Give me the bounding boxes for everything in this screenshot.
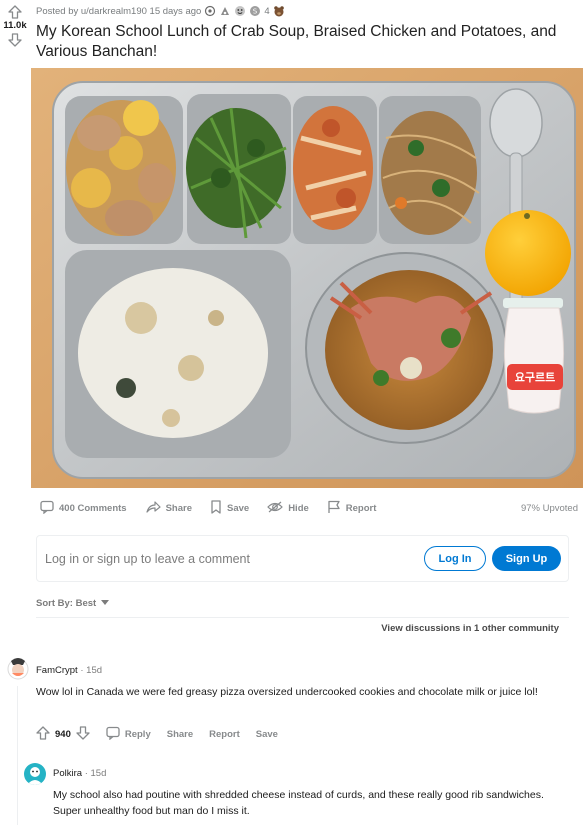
comments-button[interactable]: 400 Comments xyxy=(40,500,127,517)
share-button[interactable]: Share xyxy=(145,500,192,517)
comment-report-button[interactable]: Report xyxy=(209,729,240,740)
bear-award-icon xyxy=(273,5,285,17)
award-icon xyxy=(219,5,231,17)
report-button[interactable]: Report xyxy=(327,500,377,517)
award-icon xyxy=(234,5,246,17)
award-count: 4 xyxy=(264,5,270,17)
reply-button[interactable]: Reply xyxy=(106,726,151,743)
post-meta: Posted by u/darkrealm190 15 days ago S 4 xyxy=(36,5,285,17)
other-communities-link[interactable]: View discussions in 1 other community xyxy=(381,623,559,634)
comment-share-button[interactable]: Share xyxy=(167,729,193,740)
comment-downvote-icon[interactable] xyxy=(76,726,90,743)
post-vote-count: 11.0k xyxy=(3,20,27,31)
vote-column: 11.0k xyxy=(0,4,30,48)
downvote-arrow-icon[interactable] xyxy=(0,32,30,48)
save-button[interactable]: Save xyxy=(210,499,250,517)
bookmark-icon xyxy=(210,499,222,517)
award-icon xyxy=(204,5,216,17)
caret-down-icon xyxy=(101,598,110,609)
comment-author[interactable]: FamCrypt xyxy=(36,665,78,676)
comment-author-line: FamCrypt · 15d xyxy=(36,665,103,676)
login-prompt-box: Log in or sign up to leave a comment Log… xyxy=(36,535,569,582)
yogurt-label: 요구르트 xyxy=(515,371,555,384)
share-icon xyxy=(145,500,161,517)
flag-icon xyxy=(327,500,341,517)
comment-author[interactable]: Polkira xyxy=(53,768,82,779)
hide-eye-icon xyxy=(267,500,284,517)
sort-dropdown[interactable]: Sort By: Best xyxy=(36,598,110,609)
post-title[interactable]: My Korean School Lunch of Crab Soup, Bra… xyxy=(36,22,576,62)
sort-label: Sort By: Best xyxy=(36,598,97,609)
award-icon: S xyxy=(249,5,261,17)
save-label: Save xyxy=(227,502,250,514)
hide-button[interactable]: Hide xyxy=(267,500,309,517)
reply-label: Reply xyxy=(124,729,151,740)
upvote-percentage: 97% Upvoted xyxy=(520,502,578,514)
post-actions-bar: 400 Comments Share Save Hide Report 97% … xyxy=(40,499,578,517)
comment-actions: 940 Reply Share Report Save xyxy=(36,726,278,743)
report-label: Report xyxy=(345,502,377,514)
log-in-button[interactable]: Log In xyxy=(424,546,486,571)
upvote-arrow-icon[interactable] xyxy=(0,4,30,20)
hide-label: Hide xyxy=(288,502,309,514)
comment-body: My school also had poutine with shredded… xyxy=(53,789,544,817)
post-author-line[interactable]: Posted by u/darkrealm190 15 days ago xyxy=(36,6,201,17)
comments-label: 400 Comments xyxy=(59,502,127,514)
svg-text:S: S xyxy=(253,8,258,16)
divider xyxy=(36,617,569,618)
reply-icon xyxy=(106,726,120,743)
post-image[interactable]: 요구르트 xyxy=(31,68,583,488)
comment-body: Wow lol in Canada we were fed greasy piz… xyxy=(36,686,538,698)
avatar[interactable] xyxy=(24,763,46,785)
comment-save-button[interactable]: Save xyxy=(256,729,278,740)
sign-up-button[interactable]: Sign Up xyxy=(492,546,561,571)
avatar[interactable] xyxy=(6,655,30,681)
comment-upvote-icon[interactable] xyxy=(36,726,50,743)
thread-line[interactable] xyxy=(17,686,18,825)
comment-icon xyxy=(40,500,54,517)
comment-time: 15d xyxy=(90,768,107,779)
share-label: Share xyxy=(165,502,192,514)
login-prompt-text: Log in or sign up to leave a comment xyxy=(45,551,250,566)
comment-time: 15d xyxy=(86,665,103,676)
comment-vote-count: 940 xyxy=(55,729,71,740)
comment-author-line: Polkira · 15d xyxy=(53,768,107,779)
